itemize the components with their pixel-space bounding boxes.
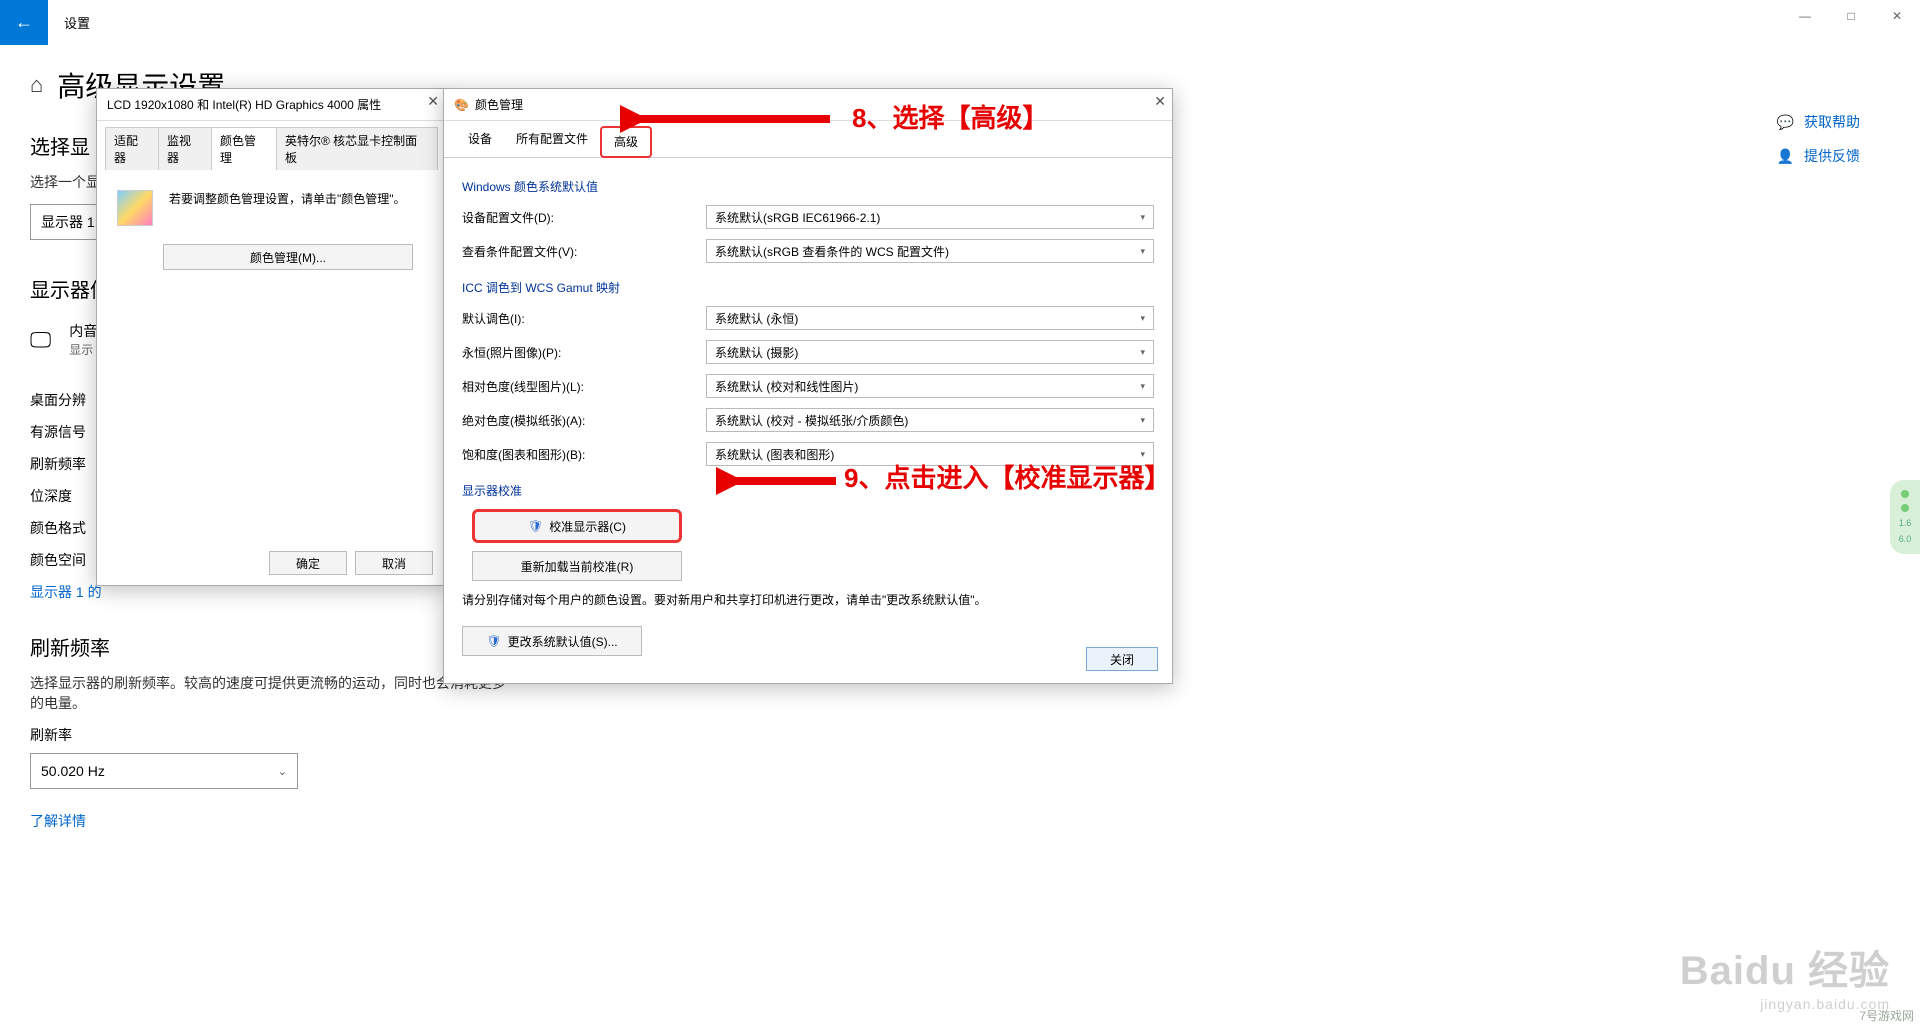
tab-adapter[interactable]: 适配器: [105, 127, 159, 170]
chevron-down-icon: ▾: [1140, 381, 1145, 392]
help-icon: 💬: [1777, 114, 1794, 131]
absolute-select[interactable]: 系统默认 (校对 - 模拟纸张/介质颜色)▾: [706, 408, 1154, 432]
dialog-body: 若要调整颜色管理设置，请单击"颜色管理"。 颜色管理(M)...: [97, 170, 445, 282]
refresh-value: 50.020 Hz: [41, 763, 105, 779]
window-controls: — □ ✕: [1782, 0, 1920, 32]
chevron-down-icon: ▾: [1140, 415, 1145, 426]
color-management-icon: [117, 190, 153, 226]
get-help-link[interactable]: 💬获取帮助: [1777, 112, 1860, 132]
close-icon[interactable]: ✕: [427, 93, 439, 110]
device-profile-label: 设备配置文件(D):: [462, 209, 706, 226]
change-system-defaults-button[interactable]: 🛡更改系统默认值(S)...: [462, 626, 642, 656]
tab-monitor[interactable]: 监视器: [158, 127, 212, 170]
refresh-text: 选择显示器的刷新频率。较高的速度可提供更流畅的运动，同时也会消耗更多的电量。: [30, 673, 510, 713]
close-button[interactable]: ✕: [1874, 0, 1920, 32]
watermark: Baidu 经验 jingyan.baidu.com: [1680, 938, 1890, 1012]
feedback-icon: 👤: [1777, 148, 1794, 165]
group-windows-defaults: Windows 颜色系统默认值: [462, 178, 1154, 195]
chevron-down-icon: ⌄: [278, 765, 287, 778]
annotation-9: 9、点击进入【校准显示器】: [844, 458, 1170, 495]
device-profile-select[interactable]: 系统默认(sRGB IEC61966-2.1)▾: [706, 205, 1154, 229]
relative-label: 相对色度(线型图片)(L):: [462, 378, 706, 395]
chevron-down-icon: ▾: [1140, 313, 1145, 324]
back-button[interactable]: ←: [0, 0, 48, 45]
right-links: 💬获取帮助 👤提供反馈: [1777, 112, 1860, 166]
chevron-down-icon: ▾: [1140, 246, 1145, 257]
chevron-down-icon: ▾: [1140, 212, 1145, 223]
tab-all-profiles[interactable]: 所有配置文件: [504, 125, 600, 157]
side-value: 1.6: [1899, 518, 1912, 528]
cancel-button[interactable]: 取消: [355, 551, 433, 575]
viewing-profile-label: 查看条件配置文件(V):: [462, 243, 706, 260]
internal-display-sub: 显示: [69, 341, 97, 358]
dialog-title: 颜色管理: [475, 96, 523, 113]
default-intent-label: 默认调色(I):: [462, 310, 706, 327]
color-body: Windows 颜色系统默认值 设备配置文件(D):系统默认(sRGB IEC6…: [444, 158, 1172, 670]
color-footer: 关闭: [1086, 647, 1158, 671]
absolute-label: 绝对色度(模拟纸张)(A):: [462, 412, 706, 429]
perceptual-select[interactable]: 系统默认 (摄影)▾: [706, 340, 1154, 364]
status-dot-icon: [1901, 490, 1909, 498]
color-note: 请分别存储对每个用户的颜色设置。要对新用户和共享打印机进行更改，请单击"更改系统…: [462, 591, 1154, 608]
dialog-title: LCD 1920x1080 和 Intel(R) HD Graphics 400…: [107, 96, 381, 113]
settings-title: 设置: [64, 13, 90, 32]
monitor-icon: 🖵: [30, 327, 51, 353]
shield-icon: 🛡: [528, 519, 543, 533]
saturation-label: 饱和度(图表和图形)(B):: [462, 446, 706, 463]
calibrate-display-button[interactable]: 🛡校准显示器(C): [472, 509, 682, 543]
arrow-icon: [620, 104, 840, 134]
display-selector-value: 显示器 1:: [41, 212, 99, 232]
color-management-info: 若要调整颜色管理设置，请单击"颜色管理"。: [169, 190, 406, 207]
tab-intel[interactable]: 英特尔® 核芯显卡控制面板: [276, 127, 438, 170]
dialog-footer: 确定 取消: [269, 551, 433, 575]
color-management-button[interactable]: 颜色管理(M)...: [163, 244, 413, 270]
chevron-down-icon: ▾: [1140, 347, 1145, 358]
ok-button[interactable]: 确定: [269, 551, 347, 575]
watermark-logo: Baidu 经验: [1680, 938, 1890, 996]
minimize-button[interactable]: —: [1782, 0, 1828, 32]
status-dot-icon: [1901, 504, 1909, 512]
tab-devices[interactable]: 设备: [456, 125, 504, 157]
refresh-label: 刷新率: [30, 725, 1890, 745]
color-icon: 🎨: [454, 98, 469, 112]
maximize-button[interactable]: □: [1828, 0, 1874, 32]
arrow-icon: [716, 466, 846, 496]
dialog-tabs: 适配器 监视器 颜色管理 英特尔® 核芯显卡控制面板: [97, 121, 445, 170]
relative-select[interactable]: 系统默认 (校对和线性图片)▾: [706, 374, 1154, 398]
viewing-profile-select[interactable]: 系统默认(sRGB 查看条件的 WCS 配置文件)▾: [706, 239, 1154, 263]
side-value: 6.0: [1899, 534, 1912, 544]
color-management-dialog: 🎨 颜色管理 ✕ 设备 所有配置文件 高级 Windows 颜色系统默认值 设备…: [443, 88, 1173, 684]
perceptual-label: 永恒(照片图像)(P):: [462, 344, 706, 361]
home-icon[interactable]: ⌂: [30, 72, 43, 98]
display-properties-dialog: LCD 1920x1080 和 Intel(R) HD Graphics 400…: [96, 88, 446, 586]
close-button[interactable]: 关闭: [1086, 647, 1158, 671]
reload-calibration-button[interactable]: 重新加载当前校准(R): [472, 551, 682, 581]
close-icon[interactable]: ✕: [1154, 93, 1166, 110]
default-intent-select[interactable]: 系统默认 (永恒)▾: [706, 306, 1154, 330]
annotation-8: 8、选择【高级】: [852, 98, 1048, 135]
side-widget: 1.6 6.0: [1890, 480, 1920, 554]
shield-icon: 🛡: [486, 634, 501, 648]
tab-color-management[interactable]: 颜色管理: [211, 127, 277, 170]
group-icc-wcs: ICC 调色到 WCS Gamut 映射: [462, 279, 1154, 296]
learn-more-link[interactable]: 了解详情: [30, 811, 86, 831]
refresh-selector[interactable]: 50.020 Hz ⌄: [30, 753, 298, 789]
give-feedback-link[interactable]: 👤提供反馈: [1777, 146, 1860, 166]
dialog-titlebar[interactable]: LCD 1920x1080 和 Intel(R) HD Graphics 400…: [97, 89, 445, 121]
settings-header: ← 设置: [0, 0, 1920, 45]
internal-display-label: 内音: [69, 321, 97, 341]
corner-logo: 7号游戏网: [1859, 1007, 1914, 1024]
